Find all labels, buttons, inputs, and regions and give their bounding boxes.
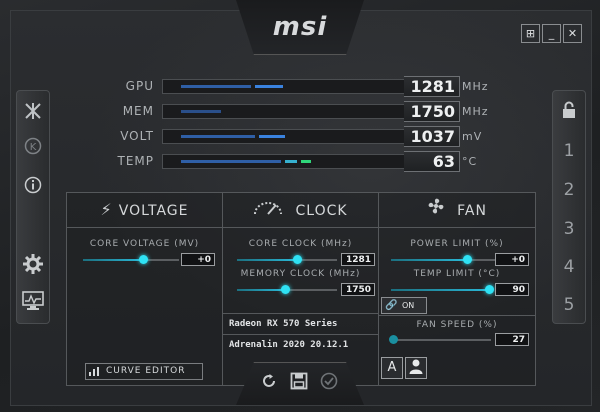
- windows-icon[interactable]: ⊞: [521, 24, 540, 43]
- temp-limit-value[interactable]: 90: [495, 283, 529, 296]
- user-fan-button[interactable]: [405, 357, 427, 379]
- profile-2[interactable]: 2: [553, 180, 585, 200]
- core-voltage-label: CORE VOLTAGE (MV): [89, 239, 200, 249]
- profile-1[interactable]: 1: [553, 141, 585, 161]
- control-panel: ⚡ VOLTAGE CORE VOLTAGE (MV) +0 CURVE EDIT…: [66, 192, 536, 386]
- core-voltage-value[interactable]: +0: [181, 253, 215, 266]
- core-clock-knob[interactable]: [293, 255, 302, 264]
- gear-icon[interactable]: [17, 253, 49, 280]
- fan-section: FAN POWER LIMIT (%) +0 TEMP LIMIT (°C) 9…: [379, 193, 535, 385]
- save-icon[interactable]: [290, 372, 308, 395]
- kombustor-icon[interactable]: [17, 101, 49, 126]
- metric-value: 1037: [410, 127, 455, 146]
- metric-unit: °C: [462, 155, 478, 168]
- metric-bar: [162, 104, 412, 119]
- power-limit-label: POWER LIMIT (%): [410, 239, 504, 249]
- k-icon[interactable]: K: [17, 137, 49, 160]
- clock-header: CLOCK: [223, 193, 378, 228]
- metric-value: 1750: [410, 102, 455, 121]
- memory-clock-knob[interactable]: [281, 285, 290, 294]
- metric-value: 1281: [410, 77, 455, 96]
- reset-icon[interactable]: [260, 372, 278, 395]
- profile-4[interactable]: 4: [553, 257, 585, 277]
- info-icon[interactable]: [17, 176, 49, 199]
- power-limit-value[interactable]: +0: [495, 253, 529, 266]
- fan-speed-label: FAN SPEED (%): [416, 320, 498, 330]
- logo-tab: msi: [236, 0, 364, 55]
- metric-unit: mV: [462, 130, 483, 143]
- core-clock-value[interactable]: 1281: [341, 253, 375, 266]
- metric-value-box: 1281: [404, 76, 460, 97]
- temp-limit-knob[interactable]: [485, 285, 494, 294]
- metric-value-box: 1750: [404, 101, 460, 122]
- metric-bar: [162, 79, 412, 94]
- lock-icon[interactable]: [553, 101, 585, 124]
- metric-label: GPU: [125, 79, 154, 93]
- right-sidebar: 1 2 3 4 5: [552, 90, 586, 324]
- metric-value-box: 1037: [404, 126, 460, 147]
- lightning-icon: ⚡: [100, 200, 113, 219]
- temp-limit-label: TEMP LIMIT (°C): [413, 269, 501, 279]
- apply-icon[interactable]: [320, 372, 338, 395]
- curve-editor-button[interactable]: CURVE EDITOR: [85, 363, 203, 380]
- metric-value-box: 63: [404, 151, 460, 172]
- voltage-section: ⚡ VOLTAGE CORE VOLTAGE (MV) +0 CURVE EDIT…: [67, 193, 222, 385]
- afterburner-window: msi ⊞ _ ✕ K 1 2 3 4 5 GPU 1281 MHz MEM 1…: [0, 0, 600, 412]
- link-toggle-label: ON: [402, 301, 415, 310]
- driver-version: Adrenalin 2020 20.12.1: [223, 334, 378, 355]
- fan-title: FAN: [457, 203, 487, 219]
- metric-label: MEM: [122, 104, 154, 118]
- metric-unit: MHz: [462, 80, 489, 93]
- monitor-icon[interactable]: [17, 291, 49, 316]
- core-voltage-knob[interactable]: [139, 255, 148, 264]
- fan-speed-knob[interactable]: [389, 335, 398, 344]
- curve-editor-icon: [89, 367, 101, 376]
- left-sidebar: K: [16, 90, 50, 324]
- clock-section: CLOCK CORE CLOCK (MHz) 1281 MEMORY CLOCK…: [223, 193, 378, 385]
- window-controls: ⊞ _ ✕: [521, 24, 582, 43]
- speedometer-icon: [253, 200, 289, 219]
- metric-bar: [162, 154, 412, 169]
- metric-label: VOLT: [120, 129, 154, 143]
- metric-value: 63: [432, 152, 455, 171]
- fan-icon: [427, 198, 451, 219]
- core-clock-label: CORE CLOCK (MHz): [248, 239, 353, 249]
- memory-clock-value[interactable]: 1750: [341, 283, 375, 296]
- link-toggle[interactable]: 🔗 ON: [381, 297, 427, 314]
- link-icon: 🔗: [385, 300, 398, 311]
- fan-header: FAN: [379, 193, 535, 228]
- profile-3[interactable]: 3: [553, 219, 585, 239]
- fan-auto-button[interactable]: A: [381, 357, 403, 379]
- profile-5[interactable]: 5: [553, 295, 585, 315]
- user-icon: [409, 359, 423, 374]
- voltage-title: VOLTAGE: [118, 203, 189, 219]
- action-tab: [236, 362, 364, 405]
- power-limit-knob[interactable]: [463, 255, 472, 264]
- gpu-name: Radeon RX 570 Series: [223, 313, 378, 334]
- voltage-header: ⚡ VOLTAGE: [67, 193, 222, 228]
- msi-logo: msi: [272, 12, 328, 42]
- clock-title: CLOCK: [295, 203, 348, 219]
- fan-speed-value[interactable]: 27: [495, 333, 529, 346]
- metric-label: TEMP: [117, 154, 154, 168]
- svg-text:K: K: [30, 142, 37, 153]
- minimize-icon[interactable]: _: [542, 24, 561, 43]
- curve-editor-label: CURVE EDITOR: [106, 366, 186, 376]
- memory-clock-label: MEMORY CLOCK (MHz): [240, 269, 361, 279]
- close-icon[interactable]: ✕: [563, 24, 582, 43]
- metric-unit: MHz: [462, 105, 489, 118]
- metric-bar: [162, 129, 412, 144]
